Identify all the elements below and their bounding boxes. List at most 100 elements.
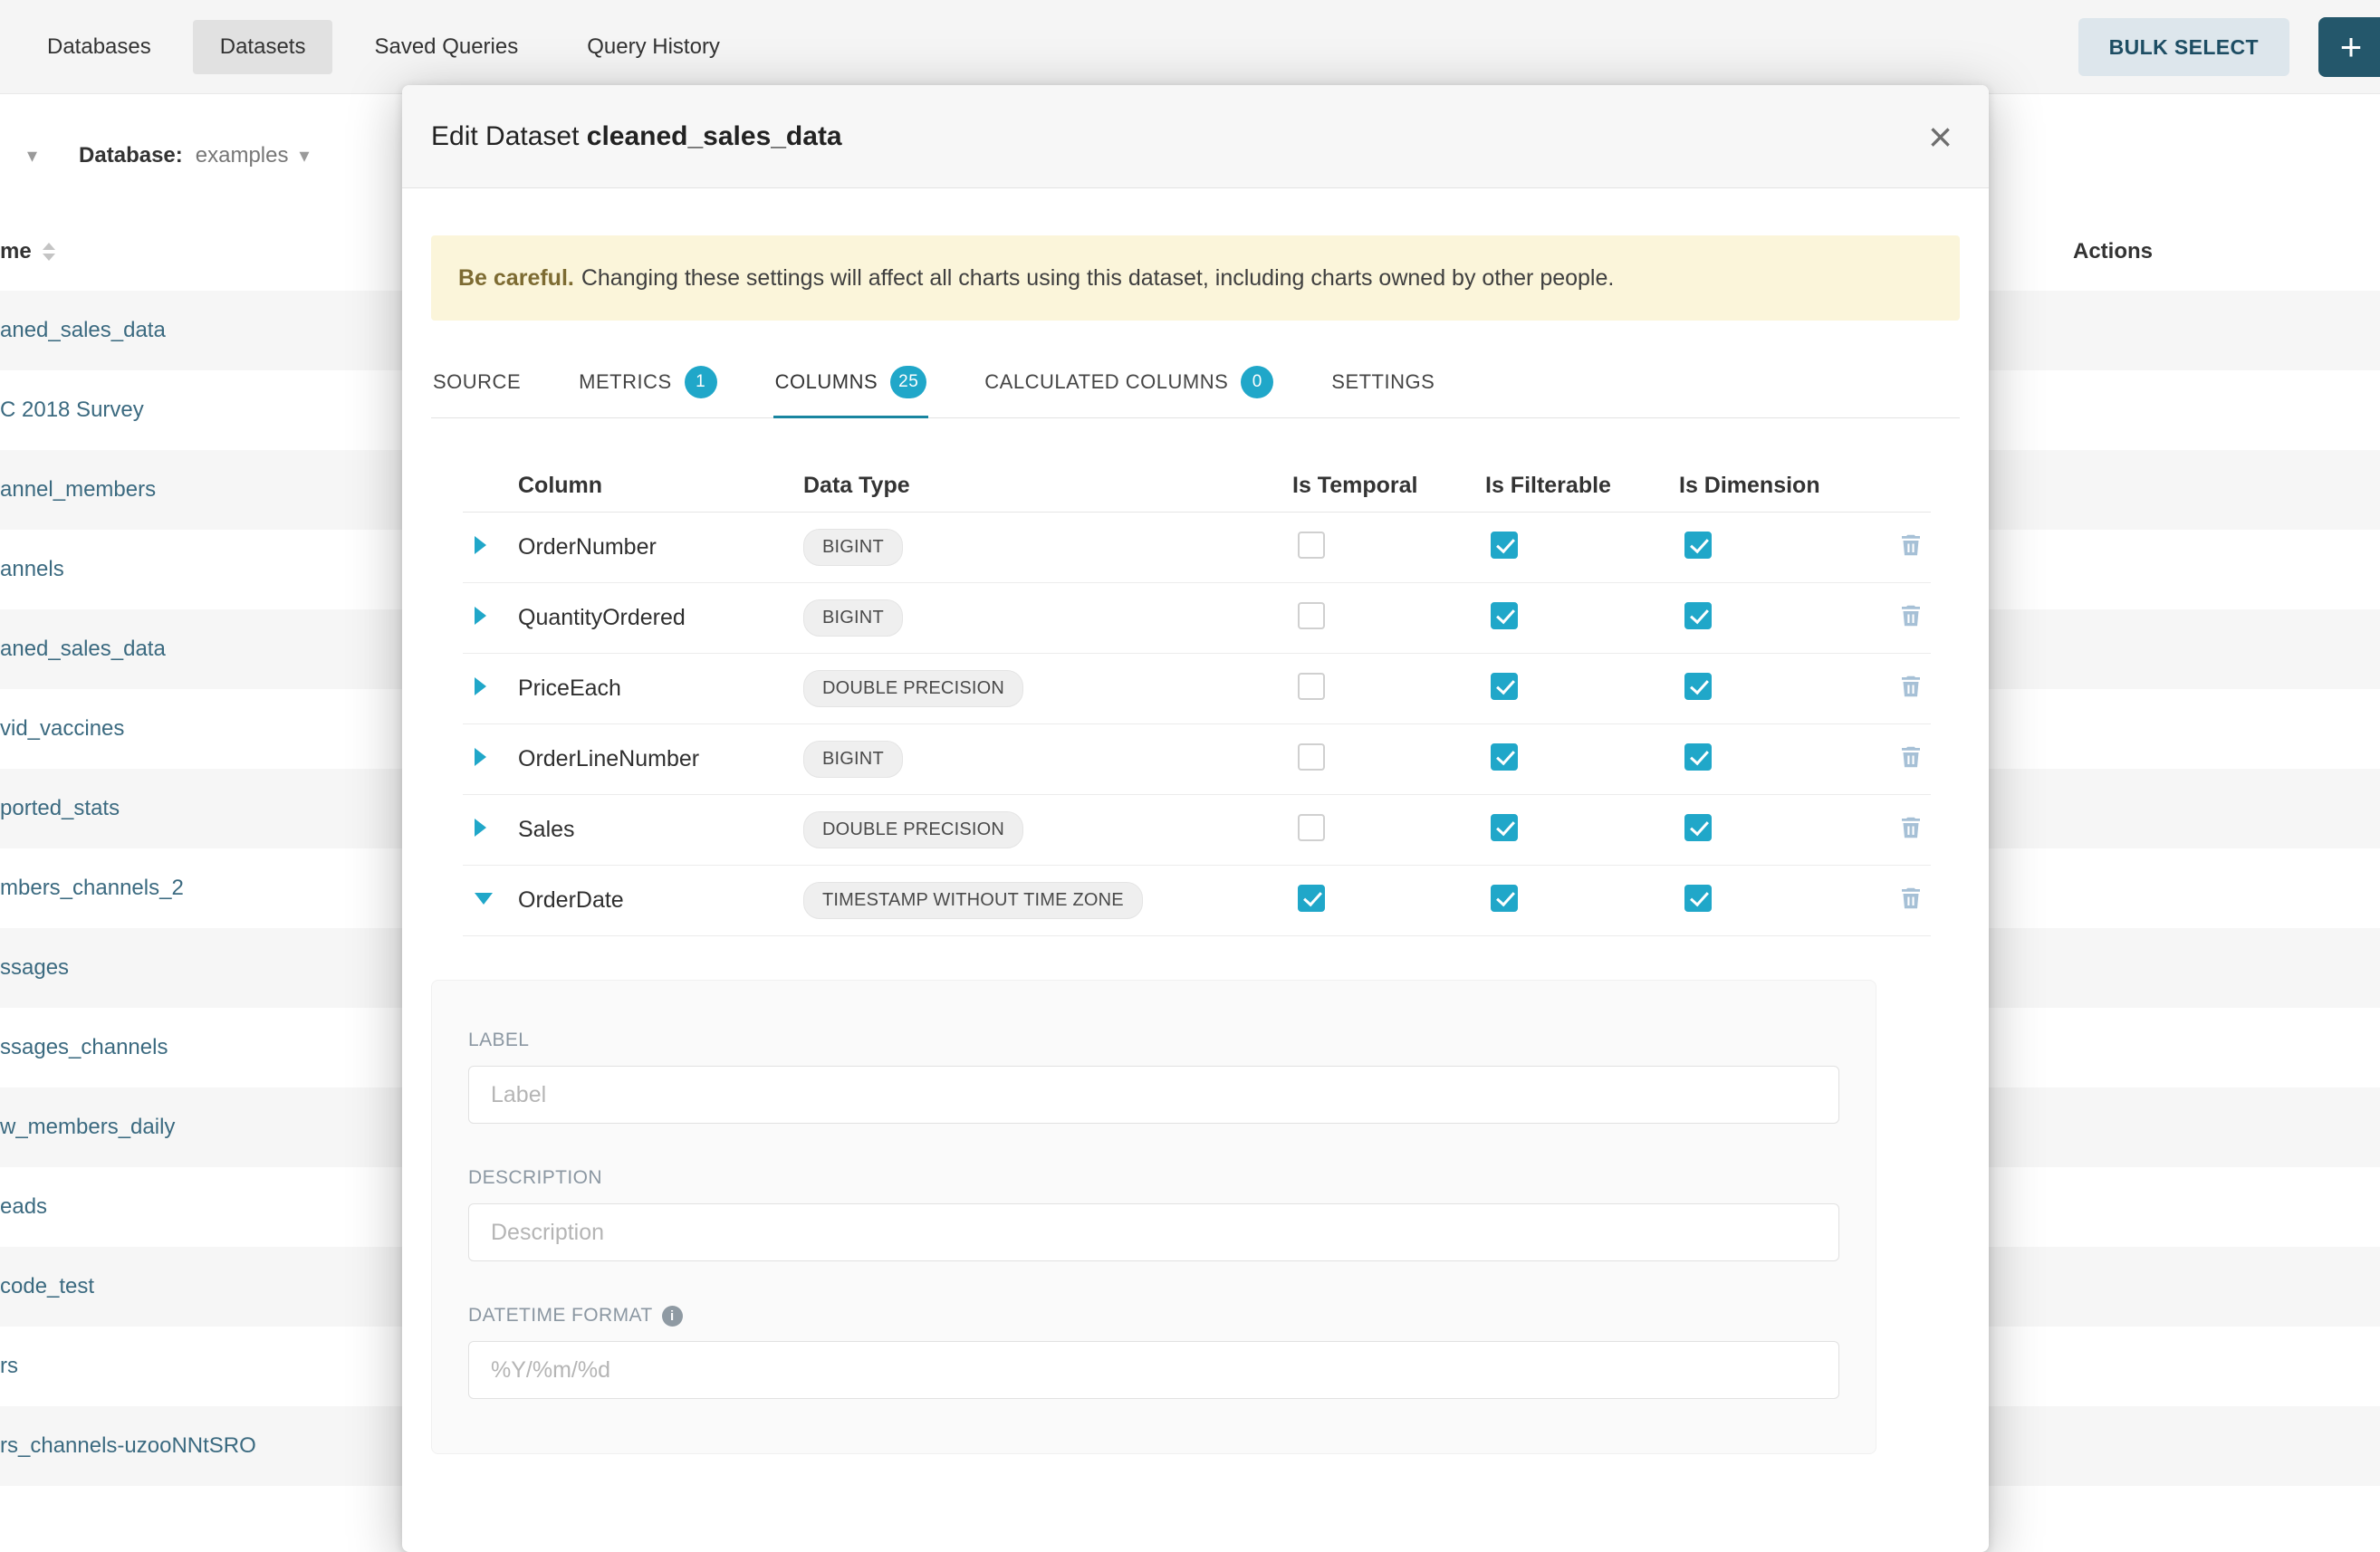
is-dimension-header: Is Dimension [1667, 473, 1886, 499]
warning-banner: Be careful. Changing these settings will… [431, 235, 1960, 321]
datetime-format-field-label: DATETIME FORMAT [468, 1305, 653, 1327]
chevron-down-icon[interactable]: ▾ [299, 144, 309, 168]
is-filterable-checkbox[interactable] [1491, 602, 1518, 629]
modal-title-dataset-name: cleaned_sales_data [587, 121, 842, 151]
column-row: QuantityOrdered BIGINT [463, 583, 1931, 654]
dataset-name-link[interactable]: code_test [0, 1274, 94, 1299]
is-filterable-checkbox[interactable] [1491, 532, 1518, 559]
delete-column-icon[interactable] [1897, 673, 1924, 700]
column-row: Sales DOUBLE PRECISION [463, 795, 1931, 866]
is-filterable-checkbox[interactable] [1491, 743, 1518, 771]
dataset-name-link[interactable]: ported_stats [0, 796, 120, 821]
is-temporal-checkbox[interactable] [1298, 743, 1325, 771]
tab-columns[interactable]: COLUMNS 25 [773, 350, 929, 418]
nav-item-datasets[interactable]: Datasets [193, 20, 333, 74]
dataset-name-link[interactable]: C 2018 Survey [0, 398, 144, 423]
data-type-pill: BIGINT [803, 741, 903, 778]
is-temporal-checkbox[interactable] [1298, 814, 1325, 841]
tab-source[interactable]: SOURCE [431, 350, 523, 418]
dataset-name-link[interactable]: w_members_daily [0, 1115, 175, 1140]
columns-count-badge: 25 [890, 366, 926, 398]
is-filterable-checkbox[interactable] [1491, 814, 1518, 841]
is-dimension-checkbox[interactable] [1684, 885, 1712, 912]
data-type-pill: BIGINT [803, 599, 903, 637]
nav-item-saved-queries[interactable]: Saved Queries [347, 20, 545, 74]
is-dimension-checkbox[interactable] [1684, 743, 1712, 771]
name-column-header[interactable]: me [0, 239, 55, 264]
dataset-name-link[interactable]: vid_vaccines [0, 716, 124, 742]
nav-item-query-history[interactable]: Query History [560, 20, 747, 74]
is-dimension-checkbox[interactable] [1684, 673, 1712, 700]
tab-label: COLUMNS [775, 370, 878, 394]
is-filterable-header: Is Filterable [1473, 473, 1667, 499]
database-filter-value[interactable]: examples [196, 143, 289, 168]
tab-metrics[interactable]: METRICS 1 [577, 350, 719, 418]
tab-settings[interactable]: SETTINGS [1329, 350, 1436, 418]
data-type-pill: DOUBLE PRECISION [803, 811, 1023, 848]
dataset-name-link[interactable]: rs_channels-uzooNNtSRO [0, 1433, 256, 1459]
data-type-pill: BIGINT [803, 529, 903, 566]
expand-caret-icon[interactable] [475, 819, 486, 837]
sort-icon[interactable] [43, 243, 55, 261]
bulk-select-button[interactable]: BULK SELECT [2078, 18, 2289, 76]
is-temporal-checkbox[interactable] [1298, 885, 1325, 912]
column-name: PriceEach [506, 675, 792, 702]
expand-caret-icon[interactable] [475, 748, 486, 766]
warning-bold-text: Be careful. [458, 265, 574, 292]
column-name: OrderDate [506, 887, 792, 914]
top-navigation: Databases Datasets Saved Queries Query H… [0, 0, 2380, 94]
is-filterable-checkbox[interactable] [1491, 673, 1518, 700]
chevron-down-icon[interactable]: ▾ [27, 144, 37, 168]
delete-column-icon[interactable] [1897, 532, 1924, 559]
is-dimension-checkbox[interactable] [1684, 532, 1712, 559]
column-name: QuantityOrdered [506, 605, 792, 631]
data-type-header: Data Type [792, 473, 1281, 499]
description-input[interactable] [468, 1203, 1839, 1261]
is-temporal-checkbox[interactable] [1298, 532, 1325, 559]
tab-label: SETTINGS [1331, 370, 1435, 394]
expand-caret-icon[interactable] [475, 536, 486, 554]
expand-caret-icon[interactable] [475, 607, 486, 625]
expand-caret-icon[interactable] [475, 893, 493, 905]
column-name: Sales [506, 817, 792, 843]
modal-title-prefix: Edit Dataset [431, 121, 579, 151]
add-dataset-button[interactable]: + [2318, 17, 2380, 77]
datetime-format-input[interactable] [468, 1341, 1839, 1399]
dataset-name-link[interactable]: annels [0, 557, 64, 582]
column-editor-panel: LABEL DESCRIPTION DATETIME FORMAT i [431, 980, 1876, 1454]
columns-table-header: Column Data Type Is Temporal Is Filterab… [463, 460, 1931, 513]
delete-column-icon[interactable] [1897, 814, 1924, 841]
is-temporal-checkbox[interactable] [1298, 673, 1325, 700]
dataset-name-link[interactable]: rs [0, 1354, 18, 1379]
is-temporal-checkbox[interactable] [1298, 602, 1325, 629]
label-field: LABEL [468, 1030, 1839, 1124]
delete-column-icon[interactable] [1897, 602, 1924, 629]
dataset-name-link[interactable]: aned_sales_data [0, 637, 166, 662]
dataset-name-link[interactable]: ssages_channels [0, 1035, 168, 1060]
info-icon[interactable]: i [662, 1306, 683, 1327]
database-filter-label: Database: [79, 143, 183, 168]
metrics-count-badge: 1 [685, 366, 717, 398]
data-type-pill: DOUBLE PRECISION [803, 670, 1023, 707]
dataset-name-link[interactable]: aned_sales_data [0, 318, 166, 343]
nav-item-databases[interactable]: Databases [20, 20, 178, 74]
modal-body: Be careful. Changing these settings will… [402, 188, 1989, 1454]
expand-caret-icon[interactable] [475, 677, 486, 695]
dataset-name-link[interactable]: ssages [0, 955, 69, 981]
datetime-format-field: DATETIME FORMAT i [468, 1305, 1839, 1399]
delete-column-icon[interactable] [1897, 885, 1924, 912]
is-dimension-checkbox[interactable] [1684, 814, 1712, 841]
column-row: PriceEach DOUBLE PRECISION [463, 654, 1931, 724]
data-type-pill: TIMESTAMP WITHOUT TIME ZONE [803, 882, 1143, 919]
dataset-name-link[interactable]: eads [0, 1194, 47, 1220]
columns-table-rows: OrderNumber BIGINT QuantityOrdered BIGIN… [463, 513, 1931, 936]
close-icon[interactable]: × [1928, 116, 1953, 158]
tab-calculated-columns[interactable]: CALCULATED COLUMNS 0 [983, 350, 1275, 418]
delete-column-icon[interactable] [1897, 743, 1924, 771]
modal-title: Edit Dataset cleaned_sales_data [431, 121, 842, 152]
is-filterable-checkbox[interactable] [1491, 885, 1518, 912]
is-dimension-checkbox[interactable] [1684, 602, 1712, 629]
dataset-name-link[interactable]: mbers_channels_2 [0, 876, 184, 901]
label-input[interactable] [468, 1066, 1839, 1124]
dataset-name-link[interactable]: annel_members [0, 477, 156, 503]
